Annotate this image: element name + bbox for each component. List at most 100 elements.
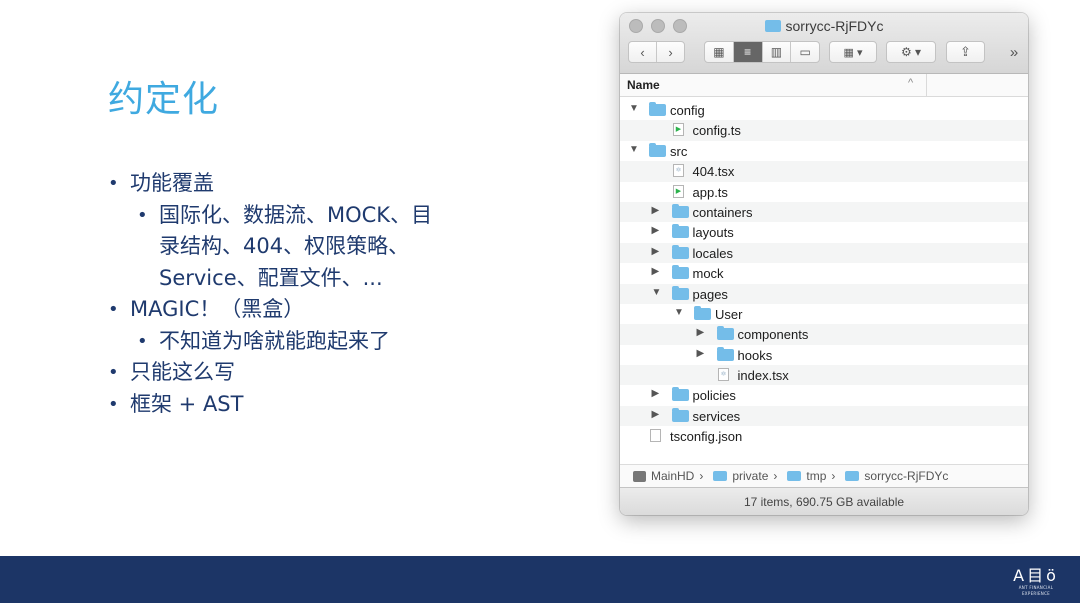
file-row-mock[interactable]: ▶ mock [620,263,1028,283]
file-name-label: config.ts [692,123,741,139]
disclosure-expanded-icon[interactable]: ▼ [652,287,662,298]
file-row-user[interactable]: ▼ User [620,304,1028,324]
bullet-item: 只能这么写 [108,357,432,389]
tsx-file-icon: ⚛ [673,164,684,178]
column-divider[interactable] [926,74,927,96]
file-row-layouts[interactable]: ▶ layouts [620,222,1028,242]
sub-bullet-continuation: Service、配置文件、... [159,265,383,290]
file-name-label: components [737,327,809,343]
disclosure-expanded-icon[interactable]: ▼ [629,103,639,114]
path-separator: › [773,469,778,483]
bullet-item: 功能覆盖 [108,168,432,200]
folder-icon [671,203,689,218]
file-row-404-tsx[interactable]: ⚛ 404.tsx [620,161,1028,182]
disclosure-collapsed-icon[interactable]: ▶ [652,388,660,399]
file-name-label: 404.tsx [692,164,735,180]
sub-bullet-item: 国际化、数据流、MOCK、目 [108,200,432,232]
file-name-label: mock [692,266,724,282]
file-name-label: services [692,408,741,424]
list-view-button[interactable]: ≡ [733,42,763,62]
file-row-index-tsx[interactable]: ⚛ index.tsx [620,365,1028,386]
folder-icon [671,285,689,300]
path-segment[interactable]: private [732,469,768,483]
file-row-config[interactable]: ▼ config [620,100,1028,120]
file-row-policies[interactable]: ▶ policies [620,385,1028,405]
gallery-view-button[interactable]: ▭ [791,42,819,62]
share-button[interactable]: ⇪ [946,41,985,63]
logo-mark: A目ö [1013,566,1059,585]
disclosure-collapsed-icon[interactable]: ▶ [652,266,660,277]
file-name-label: index.tsx [737,368,789,384]
group-menu-button[interactable]: ▦ ▾ [829,41,877,63]
column-header[interactable]: Name ^ [620,74,1028,97]
folder-icon [649,102,666,116]
logo-tagline: ANT FINANCIAL EXPERIENCE [1018,585,1054,596]
slide-title: 约定化 [108,79,220,120]
path-segment[interactable]: sorrycc-RjFDYc [864,469,948,483]
file-row-tsconfig-json[interactable]: tsconfig.json [620,426,1028,446]
file-name-label: hooks [737,347,773,363]
status-bar: 17 items, 690.75 GB available [620,487,1028,515]
ts-file-icon: ▶ [673,184,684,198]
file-name-label: containers [692,204,753,220]
file-row-locales[interactable]: ▶ locales [620,242,1028,264]
file-row-src[interactable]: ▼ src [620,141,1028,161]
company-logo: A目ö ANT FINANCIAL EXPERIENCE [1008,566,1064,597]
bullet-item: 框架 + AST [108,389,432,421]
bullet-list: 功能覆盖 国际化、数据流、MOCK、目 录结构、404、权限策略、 Servic… [108,168,432,420]
file-row-pages[interactable]: ▼ pages [620,283,1028,304]
name-column-label[interactable]: Name [627,78,660,92]
disclosure-collapsed-icon[interactable]: ▶ [697,348,705,359]
folder-icon [671,224,689,239]
file-name-label: tsconfig.json [670,429,743,445]
sort-indicator-icon: ^ [908,77,914,89]
nav-buttons: ‹ › [628,41,685,63]
back-button[interactable]: ‹ [629,42,657,62]
json-file-icon [650,429,661,443]
file-row-config-ts[interactable]: ▶ config.ts [620,120,1028,141]
file-name-label: locales [692,245,733,261]
folder-icon [716,346,734,361]
window-title: sorrycc-RjFDYc [620,18,1028,34]
path-separator: › [831,469,836,483]
hard-drive-icon [633,470,646,482]
view-switcher: ▦ ≡ ▥ ▭ [704,41,820,63]
disclosure-collapsed-icon[interactable]: ▶ [652,225,660,236]
path-bar: MainHD › private › tmp › sorrycc-RjFDYc [620,464,1028,487]
folder-icon [671,244,689,259]
folder-icon [671,265,689,280]
sub-bullet-continuation: 录结构、404、权限策略、 [159,234,410,258]
column-view-button[interactable]: ▥ [763,42,792,62]
icon-view-button[interactable]: ▦ [705,42,734,62]
file-name-label: pages [692,286,728,302]
file-list: ▼ config ▶ config.ts ▼ src ⚛ 404.tsx ▶ app.ts ▶ con… [620,100,1028,447]
disclosure-collapsed-icon[interactable]: ▶ [652,246,660,257]
path-segment[interactable]: tmp [806,469,826,483]
file-row-containers[interactable]: ▶ containers [620,201,1028,223]
file-row-app-ts[interactable]: ▶ app.ts [620,182,1028,202]
disclosure-expanded-icon[interactable]: ▼ [629,144,639,155]
folder-icon [649,142,666,157]
folder-icon [787,471,802,481]
file-name-label: layouts [692,225,734,241]
tsx-file-icon: ⚛ [718,368,729,382]
file-row-services[interactable]: ▶ services [620,405,1028,427]
disclosure-collapsed-icon[interactable]: ▶ [697,327,705,338]
path-segment[interactable]: MainHD [651,469,694,483]
file-row-hooks[interactable]: ▶ hooks [620,345,1028,365]
disclosure-expanded-icon[interactable]: ▼ [674,307,684,318]
folder-icon [671,407,689,422]
footer-bar: A目ö ANT FINANCIAL EXPERIENCE [0,556,1080,603]
folder-icon [845,471,860,481]
file-name-label: policies [692,388,736,404]
window-title-label: sorrycc-RjFDYc [785,18,884,34]
file-row-components[interactable]: ▶ components [620,324,1028,345]
overflow-button[interactable]: » [1004,41,1024,63]
file-name-label: config [670,103,705,118]
file-name-label: app.ts [692,184,728,200]
action-menu-button[interactable]: ⚙ ▾ [886,41,936,63]
disclosure-collapsed-icon[interactable]: ▶ [652,205,660,216]
disclosure-collapsed-icon[interactable]: ▶ [652,409,660,420]
forward-button[interactable]: › [657,42,684,62]
folder-icon [671,387,689,402]
